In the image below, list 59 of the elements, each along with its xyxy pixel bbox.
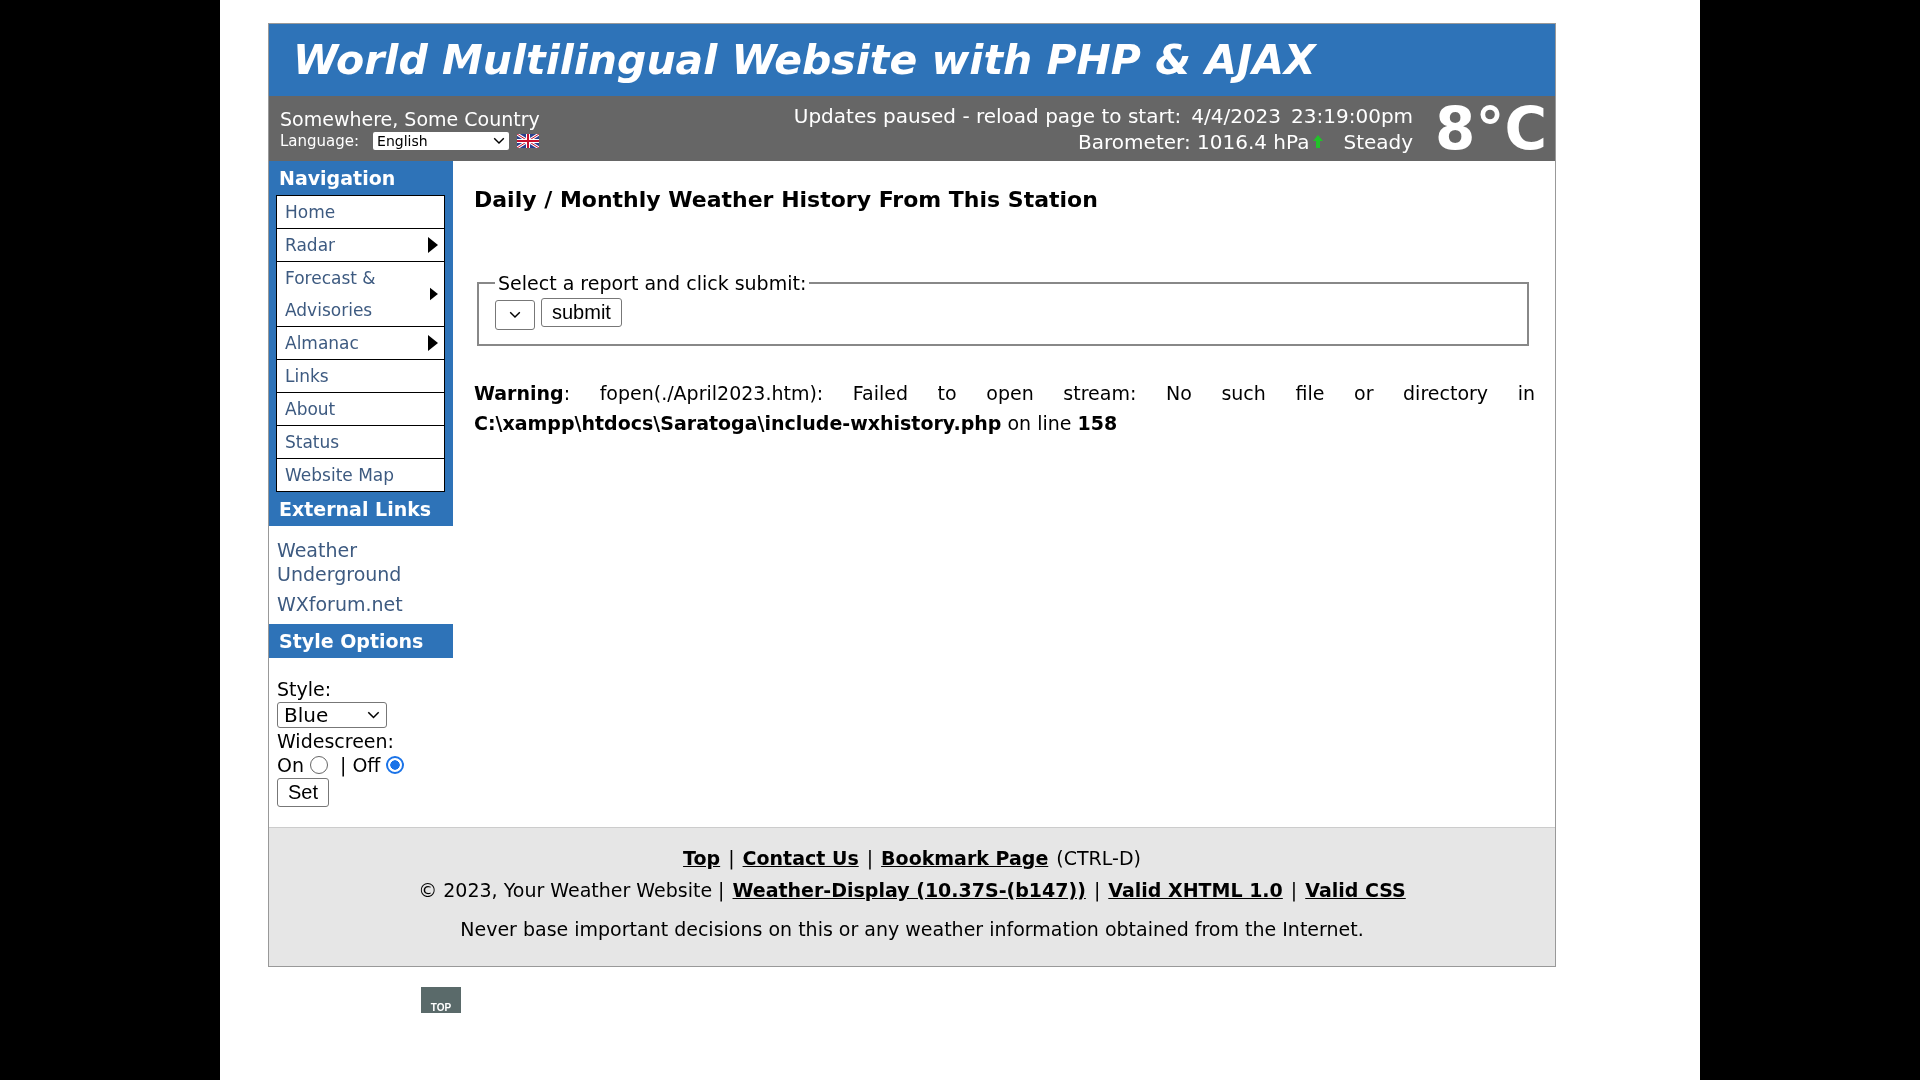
nav-link[interactable]: Links	[276, 360, 445, 393]
arrow-up-icon	[1313, 135, 1324, 148]
caret-right-icon	[428, 237, 438, 253]
set-button[interactable]: Set	[277, 778, 330, 807]
footer-text: |	[1093, 878, 1101, 904]
nav-link[interactable]: Radar	[276, 229, 445, 262]
footer-link[interactable]: Bookmark Page	[881, 842, 1049, 874]
chevron-down-icon	[367, 711, 380, 719]
status-text: Updates paused - reload page to start:	[793, 103, 1182, 128]
caret-right-icon	[430, 286, 438, 302]
footer-link[interactable]: Valid CSS	[1305, 874, 1406, 906]
temperature-text: 8°C	[1435, 94, 1547, 163]
site-title: World Multilingual Website with PHP & AJAX	[293, 36, 1316, 84]
time-text: 23:19:00pm	[1291, 103, 1414, 128]
footer-text: |	[866, 846, 874, 872]
language-select[interactable]: English	[373, 131, 510, 150]
nav-link[interactable]: Almanac	[276, 327, 445, 360]
style-label: Style:	[277, 678, 332, 700]
option-label: On	[277, 754, 304, 776]
footer-link[interactable]: Valid XHTML 1.0	[1108, 874, 1283, 906]
footer-text: |	[1290, 878, 1298, 904]
warning-message: Warning: fopen(./April2023.htm): Failed to open stream: No such file or directory in C:\xampp\htdocs\Saratoga\include-wxhistory.php on line 158	[474, 380, 1535, 436]
nav-link[interactable]: About	[276, 393, 445, 426]
caret-right-icon	[428, 335, 438, 351]
nav-link[interactable]: Website Map	[276, 459, 445, 492]
footer-text: |	[728, 846, 735, 872]
chevron-down-icon	[493, 136, 506, 145]
location-text: Somewhere, Some Country	[280, 107, 540, 130]
footer-link[interactable]: Contact Us	[742, 842, 859, 874]
external-links-heading: External Links	[269, 492, 453, 526]
page-heading: Daily / Monthly Weather History From This Station	[474, 187, 1099, 212]
fieldset-legend: Select a report and click submit:	[495, 272, 810, 294]
style-options-heading: Style Options	[269, 624, 453, 658]
back-to-top-button[interactable]: TOP	[421, 987, 461, 1013]
barometer-text: Barometer: 1016.4 hPa	[1078, 129, 1310, 154]
submit-button[interactable]: submit	[541, 298, 622, 327]
chevron-down-icon	[509, 310, 521, 319]
external-link[interactable]: WXforum.net	[269, 592, 453, 616]
report-select[interactable]	[495, 299, 535, 330]
option-label: Off	[352, 754, 381, 776]
external-link[interactable]: Weather Underground	[269, 538, 453, 586]
nav-link[interactable]: Forecast & Advisories	[276, 262, 445, 327]
separator-text: |	[340, 754, 347, 776]
navigation-heading: Navigation	[269, 161, 453, 195]
nav-link[interactable]: Home	[276, 195, 445, 229]
radio-button[interactable]	[386, 756, 405, 774]
flag-icon[interactable]	[517, 133, 540, 148]
date-text: 4/4/2023	[1191, 103, 1282, 128]
footer-link[interactable]: Weather-Display (10.37S-(b147))	[732, 874, 1086, 906]
footer-link[interactable]: Top	[683, 842, 721, 874]
style-select[interactable]: Blue	[277, 702, 387, 728]
disclaimer-text: Never base important decisions on this or any weather information obtained from the Internet.	[459, 918, 1365, 940]
radio-button[interactable]	[310, 756, 328, 774]
footer-text: (CTRL-D)	[1056, 846, 1141, 871]
footer-text: © 2023, Your Weather Website |	[418, 878, 725, 904]
nav-link[interactable]: Status	[276, 426, 445, 459]
language-label: Language:	[280, 131, 360, 150]
trend-text: Steady	[1343, 129, 1414, 154]
widescreen-label: Widescreen:	[277, 730, 394, 752]
